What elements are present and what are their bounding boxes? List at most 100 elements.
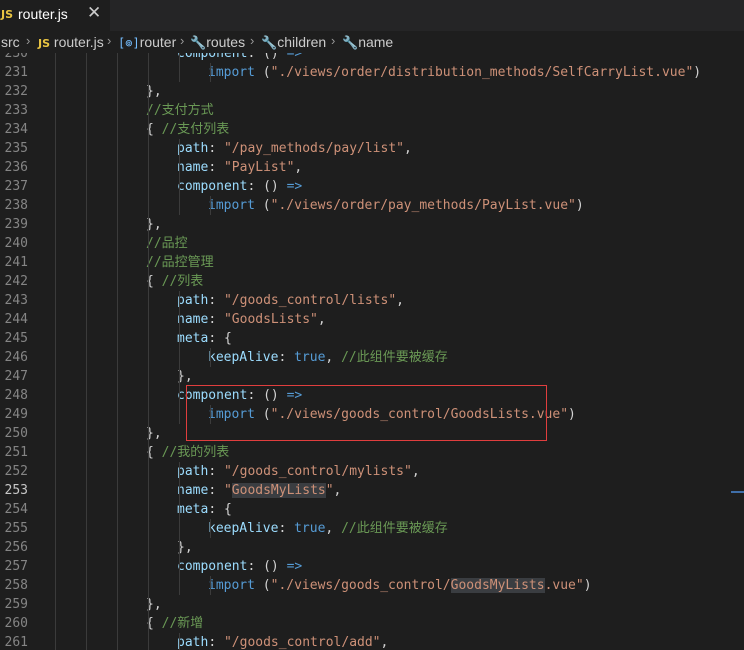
chevron-right-icon: › [107, 33, 112, 48]
code-text: }, [146, 597, 162, 612]
code-line[interactable]: 230 component: () => [0, 53, 744, 63]
line-number: 236 [4, 160, 28, 175]
line-number: 234 [4, 122, 28, 137]
code-line[interactable]: 246 keepAlive: true, //此组件要被缓存 [0, 348, 744, 367]
line-number: 259 [4, 597, 28, 612]
code-line[interactable]: 244 name: "GoodsLists", [0, 310, 744, 329]
chevron-right-icon: › [26, 33, 31, 48]
line-number: 235 [4, 141, 28, 156]
wrench-icon: 🔧 [261, 35, 278, 50]
code-line[interactable]: 239}, [0, 215, 744, 234]
line-number: 239 [4, 217, 28, 232]
javascript-file-icon: JS [38, 37, 51, 50]
code-line[interactable]: 251 { //我的列表 [0, 443, 744, 462]
code-text: //品控管理 [146, 255, 214, 270]
line-number: 231 [4, 65, 28, 80]
code-text: import ("./views/order/pay_methods/PayLi… [208, 198, 584, 213]
code-text: { //新增 [146, 616, 204, 631]
chevron-right-icon: › [331, 33, 336, 48]
code-line[interactable]: 256}, [0, 538, 744, 557]
code-text: import ("./views/goods_control/GoodsMyLi… [208, 578, 592, 593]
code-line[interactable]: 237 component: () => [0, 177, 744, 196]
code-line[interactable]: 231 import ("./views/order/distribution_m… [0, 63, 744, 82]
code-text: import ("./views/order/distribution_meth… [208, 65, 702, 80]
code-line[interactable]: 255 keepAlive: true, //此组件要被缓存 [0, 519, 744, 538]
line-number: 244 [4, 312, 28, 327]
code-line[interactable]: 253 name: "GoodsMyLists", [0, 481, 744, 500]
code-text: path: "/goods_control/mylists", [177, 464, 420, 479]
code-text: }, [146, 426, 162, 441]
line-number: 252 [4, 464, 28, 479]
code-line[interactable]: 258 import ("./views/goods_control/GoodsM… [0, 576, 744, 595]
code-text: //品控 [146, 236, 188, 251]
breadcrumb-item-routes[interactable]: 🔧routes [190, 34, 245, 51]
code-line[interactable]: 234 { //支付列表 [0, 120, 744, 139]
code-line[interactable]: 247}, [0, 367, 744, 386]
code-text: keepAlive: true, //此组件要被缓存 [208, 521, 448, 536]
javascript-file-icon: JS [1, 8, 14, 21]
line-number: 254 [4, 502, 28, 517]
line-number: 258 [4, 578, 28, 593]
code-line[interactable]: 242 { //列表 [0, 272, 744, 291]
code-text: { //支付列表 [146, 122, 230, 137]
code-line[interactable]: 241 //品控管理 [0, 253, 744, 272]
chevron-right-icon: › [250, 33, 255, 48]
line-number: 261 [4, 635, 28, 650]
line-number: 245 [4, 331, 28, 346]
scrollbar-position-marker[interactable] [731, 491, 744, 493]
breadcrumb: src › JS router.js › [⊚]router › 🔧routes… [0, 31, 744, 53]
code-text: { //我的列表 [146, 445, 230, 460]
line-number: 249 [4, 407, 28, 422]
line-number: 248 [4, 388, 28, 403]
code-text: keepAlive: true, //此组件要被缓存 [208, 350, 448, 365]
breadcrumb-item-src[interactable]: src [1, 34, 20, 50]
code-line[interactable]: 260 { //新增 [0, 614, 744, 633]
code-text: }, [177, 540, 193, 555]
code-line[interactable]: 238 import ("./views/order/pay_methods/Pa… [0, 196, 744, 215]
code-line[interactable]: 261 path: "/goods_control/add", [0, 633, 744, 650]
tab-router-js[interactable]: JS router.js ✕ [0, 0, 110, 31]
line-number: 232 [4, 84, 28, 99]
breadcrumb-item-router[interactable]: [⊚]router [118, 34, 176, 50]
code-text: component: () => [177, 559, 303, 574]
line-number: 243 [4, 293, 28, 308]
code-text: path: "/pay_methods/pay/list", [177, 141, 412, 156]
code-line[interactable]: 232}, [0, 82, 744, 101]
line-number: 233 [4, 103, 28, 118]
code-line[interactable]: 245 meta: { [0, 329, 744, 348]
line-number: 253 [4, 483, 28, 498]
line-number: 240 [4, 236, 28, 251]
code-text: meta: { [177, 331, 232, 346]
line-number: 237 [4, 179, 28, 194]
code-line[interactable]: 235 path: "/pay_methods/pay/list", [0, 139, 744, 158]
code-line[interactable]: 233 //支付方式 [0, 101, 744, 120]
annotation-highlight-box [186, 385, 547, 441]
line-number: 256 [4, 540, 28, 555]
code-line[interactable]: 252 path: "/goods_control/mylists", [0, 462, 744, 481]
close-icon[interactable]: ✕ [87, 3, 101, 23]
code-text: name: "GoodsLists", [177, 312, 326, 327]
line-number: 255 [4, 521, 28, 536]
wrench-icon: 🔧 [342, 35, 359, 50]
code-line[interactable]: 243 path: "/goods_control/lists", [0, 291, 744, 310]
breadcrumb-item-name[interactable]: 🔧name [342, 34, 393, 51]
line-number: 247 [4, 369, 28, 384]
code-text: meta: { [177, 502, 232, 517]
code-line[interactable]: 236 name: "PayList", [0, 158, 744, 177]
code-text: component: () => [177, 179, 303, 194]
code-line[interactable]: 254 meta: { [0, 500, 744, 519]
line-number: 257 [4, 559, 28, 574]
code-line[interactable]: 257 component: () => [0, 557, 744, 576]
breadcrumb-item-children[interactable]: 🔧children [261, 34, 326, 51]
breadcrumb-item-file[interactable]: JS router.js [38, 34, 104, 50]
code-editor[interactable]: 230 component: () => 231 import ("./views/o… [0, 53, 744, 650]
code-line[interactable]: 259}, [0, 595, 744, 614]
line-number: 246 [4, 350, 28, 365]
line-number: 260 [4, 616, 28, 631]
code-text: { //列表 [146, 274, 204, 289]
line-number: 241 [4, 255, 28, 270]
line-number: 238 [4, 198, 28, 213]
line-number: 230 [4, 53, 28, 61]
variable-icon: [⊚] [118, 36, 140, 50]
code-line[interactable]: 240 //品控 [0, 234, 744, 253]
